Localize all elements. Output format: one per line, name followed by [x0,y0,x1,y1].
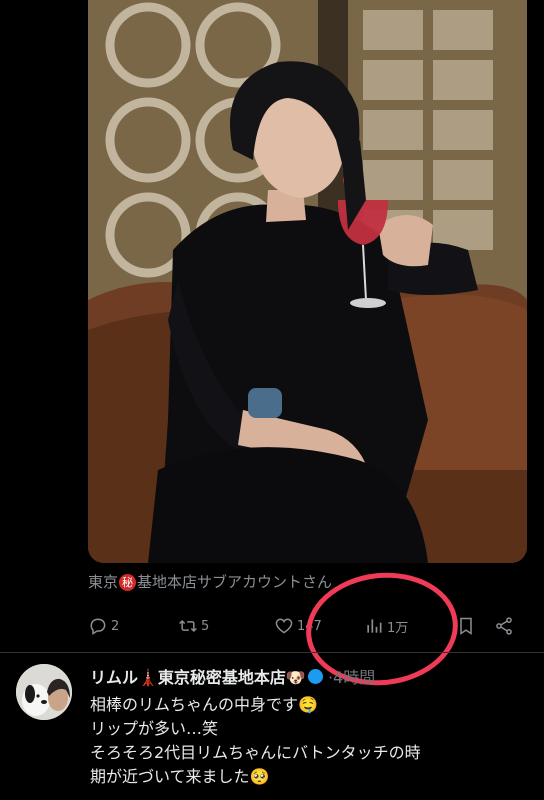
retweet-icon [179,619,197,633]
tweet-action-bar: 2 5 147 1万 [88,612,528,640]
post-text-line: リップが多い…笑 [90,719,219,738]
retweet-button[interactable]: 5 [178,612,209,640]
bookmark-icon [460,617,472,635]
bookmark-button[interactable] [456,612,479,640]
like-icon [275,618,293,634]
retweet-count: 5 [201,618,210,634]
caption-prefix: 東京 [88,573,119,591]
post-header: リムル🗼東京秘密基地本店🐶 ·4時間 [90,664,375,688]
share-button[interactable] [494,612,517,640]
like-count: 147 [297,618,322,634]
reply-icon [90,618,106,635]
author-name[interactable]: リムル🗼東京秘密基地本店🐶 [90,668,306,687]
like-button[interactable]: 147 [274,612,322,640]
views-count: 1万 [387,620,409,636]
reply-count: 2 [111,618,120,634]
media-source-caption[interactable]: 東京秘基地本店サブアカウントさん [88,571,332,592]
post-photo[interactable] [88,0,527,563]
post-text: 相棒のリムちゃんの中身です🤤 リップが多い…笑 そろそろ2代目リムちゃんにバトン… [90,693,534,789]
share-icon [496,617,512,635]
photo-illustration [88,0,527,563]
caption-suffix: 基地本店サブアカウントさん [137,573,333,591]
reply-button[interactable]: 2 [88,612,119,640]
post-timestamp[interactable]: 4時間 [333,668,375,687]
post-text-line: そろそろ2代目リムちゃんにバトンタッチの時 [90,743,421,762]
verified-badge-icon [307,669,323,684]
avatar-image [16,664,72,720]
secret-badge-icon: 秘 [119,574,137,591]
avatar[interactable] [16,664,72,720]
tweet-divider [0,652,544,653]
views-button[interactable]: 1万 [364,612,408,640]
post-text-line: 相棒のリムちゃんの中身です🤤 [90,695,318,714]
post-text-line: 期が近づいて来ました🥺 [90,767,270,786]
views-icon [367,619,382,633]
